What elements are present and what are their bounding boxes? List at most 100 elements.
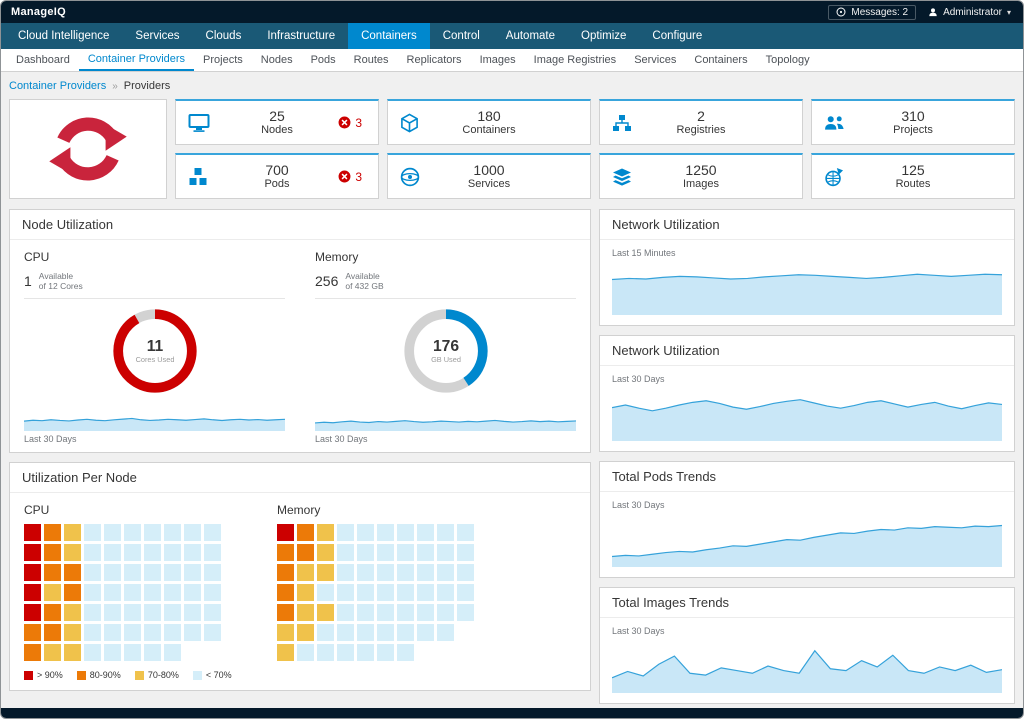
heatmap-cell[interactable]	[337, 544, 354, 561]
heatmap-cell[interactable]	[317, 564, 334, 581]
heatmap-cell[interactable]	[24, 564, 41, 581]
main-nav-item-control[interactable]: Control	[430, 23, 493, 49]
heatmap-cell[interactable]	[337, 584, 354, 601]
heatmap-cell[interactable]	[84, 624, 101, 641]
heatmap-cell[interactable]	[164, 584, 181, 601]
heatmap-cell[interactable]	[377, 544, 394, 561]
heatmap-cell[interactable]	[377, 584, 394, 601]
heatmap-cell[interactable]	[457, 584, 474, 601]
heatmap-cell[interactable]	[124, 524, 141, 541]
heatmap-cell[interactable]	[204, 624, 221, 641]
heatmap-cell[interactable]	[277, 524, 294, 541]
brand-logo[interactable]: ManageIQ	[11, 6, 66, 18]
heatmap-cell[interactable]	[417, 624, 434, 641]
breadcrumb-item-container-providers[interactable]: Container Providers	[9, 80, 106, 92]
heatmap-cell[interactable]	[337, 524, 354, 541]
stat-card-pods[interactable]: 700Pods3	[175, 153, 379, 199]
heatmap-cell[interactable]	[64, 564, 81, 581]
heatmap-cell[interactable]	[164, 524, 181, 541]
heatmap-cell[interactable]	[397, 624, 414, 641]
heatmap-cell[interactable]	[437, 524, 454, 541]
heatmap-cell[interactable]	[44, 604, 61, 621]
main-nav-item-clouds[interactable]: Clouds	[193, 23, 255, 49]
heatmap-cell[interactable]	[377, 524, 394, 541]
heatmap-cell[interactable]	[204, 584, 221, 601]
stat-card-projects[interactable]: 310Projects	[811, 99, 1015, 145]
heatmap-cell[interactable]	[377, 564, 394, 581]
heatmap-cell[interactable]	[164, 604, 181, 621]
heatmap-cell[interactable]	[204, 564, 221, 581]
heatmap-cell[interactable]	[164, 544, 181, 561]
heatmap-cell[interactable]	[24, 584, 41, 601]
heatmap-cell[interactable]	[24, 604, 41, 621]
heatmap-cell[interactable]	[457, 524, 474, 541]
heatmap-cell[interactable]	[124, 564, 141, 581]
heatmap-cell[interactable]	[44, 564, 61, 581]
heatmap-cell[interactable]	[297, 644, 314, 661]
heatmap-cell[interactable]	[124, 624, 141, 641]
heatmap-cell[interactable]	[277, 544, 294, 561]
heatmap-cell[interactable]	[184, 564, 201, 581]
heatmap-cell[interactable]	[297, 604, 314, 621]
heatmap-cell[interactable]	[164, 644, 181, 661]
heatmap-cell[interactable]	[337, 604, 354, 621]
sub-nav-item-projects[interactable]: Projects	[194, 49, 252, 71]
heatmap-cell[interactable]	[317, 604, 334, 621]
heatmap-cell[interactable]	[277, 604, 294, 621]
heatmap-cell[interactable]	[124, 604, 141, 621]
heatmap-cell[interactable]	[24, 544, 41, 561]
heatmap-cell[interactable]	[297, 584, 314, 601]
heatmap-cell[interactable]	[44, 544, 61, 561]
heatmap-cell[interactable]	[397, 564, 414, 581]
heatmap-cell[interactable]	[144, 564, 161, 581]
heatmap-cell[interactable]	[64, 624, 81, 641]
heatmap-cell[interactable]	[184, 544, 201, 561]
heatmap-cell[interactable]	[24, 524, 41, 541]
heatmap-cell[interactable]	[297, 624, 314, 641]
sub-nav-item-services[interactable]: Services	[625, 49, 685, 71]
heatmap-cell[interactable]	[357, 644, 374, 661]
heatmap-cell[interactable]	[64, 524, 81, 541]
heatmap-cell[interactable]	[104, 644, 121, 661]
heatmap-cell[interactable]	[104, 584, 121, 601]
heatmap-cell[interactable]	[337, 564, 354, 581]
sub-nav-item-images[interactable]: Images	[471, 49, 525, 71]
heatmap-cell[interactable]	[377, 604, 394, 621]
heatmap-cell[interactable]	[164, 624, 181, 641]
heatmap-cell[interactable]	[357, 524, 374, 541]
heatmap-cell[interactable]	[317, 544, 334, 561]
heatmap-cell[interactable]	[417, 524, 434, 541]
heatmap-cell[interactable]	[104, 564, 121, 581]
heatmap-cell[interactable]	[457, 544, 474, 561]
heatmap-cell[interactable]	[377, 644, 394, 661]
heatmap-cell[interactable]	[44, 584, 61, 601]
main-nav-item-cloud-intelligence[interactable]: Cloud Intelligence	[5, 23, 122, 49]
heatmap-cell[interactable]	[44, 644, 61, 661]
heatmap-cell[interactable]	[184, 604, 201, 621]
heatmap-cell[interactable]	[84, 604, 101, 621]
heatmap-cell[interactable]	[24, 624, 41, 641]
heatmap-cell[interactable]	[357, 564, 374, 581]
sub-nav-item-containers[interactable]: Containers	[685, 49, 756, 71]
heatmap-cell[interactable]	[144, 544, 161, 561]
heatmap-cell[interactable]	[277, 624, 294, 641]
heatmap-cell[interactable]	[397, 524, 414, 541]
heatmap-cell[interactable]	[357, 584, 374, 601]
main-nav-item-configure[interactable]: Configure	[639, 23, 715, 49]
heatmap-cell[interactable]	[317, 624, 334, 641]
heatmap-cell[interactable]	[124, 644, 141, 661]
heatmap-cell[interactable]	[317, 644, 334, 661]
heatmap-cell[interactable]	[84, 544, 101, 561]
heatmap-cell[interactable]	[144, 524, 161, 541]
heatmap-cell[interactable]	[164, 564, 181, 581]
heatmap-cell[interactable]	[144, 604, 161, 621]
sub-nav-item-routes[interactable]: Routes	[345, 49, 398, 71]
main-nav-item-optimize[interactable]: Optimize	[568, 23, 639, 49]
stat-card-containers[interactable]: 180Containers	[387, 99, 591, 145]
heatmap-cell[interactable]	[377, 624, 394, 641]
stat-card-nodes[interactable]: 25Nodes3	[175, 99, 379, 145]
messages-button[interactable]: Messages: 2	[828, 5, 916, 20]
heatmap-cell[interactable]	[44, 624, 61, 641]
heatmap-cell[interactable]	[124, 544, 141, 561]
stat-card-registries[interactable]: 2Registries	[599, 99, 803, 145]
